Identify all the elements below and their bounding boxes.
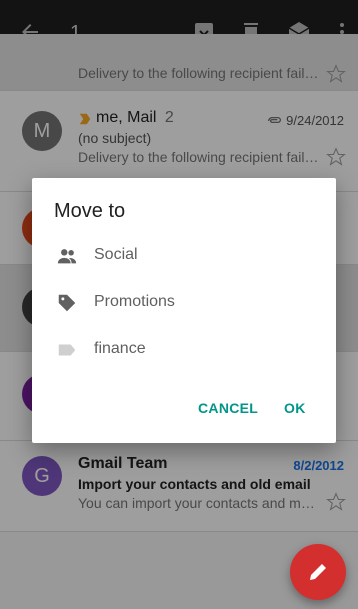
compose-button[interactable] [290,544,346,600]
option-label: finance [94,340,146,357]
option-label: Promotions [94,293,175,310]
cancel-button[interactable]: CANCEL [198,400,258,416]
pencil-icon [310,564,326,580]
option-label: Social [94,246,138,263]
ok-button[interactable]: OK [284,400,306,416]
tag-icon [58,294,76,312]
move-option-promotions[interactable]: Promotions [32,281,336,325]
move-option-social[interactable]: Social [32,234,336,278]
move-option-finance[interactable]: finance [32,328,336,372]
move-to-dialog: Move to Social Promotions finance CANCEL… [32,178,336,443]
people-icon [57,249,77,264]
dialog-title: Move to [54,200,126,222]
label-icon [58,344,76,356]
